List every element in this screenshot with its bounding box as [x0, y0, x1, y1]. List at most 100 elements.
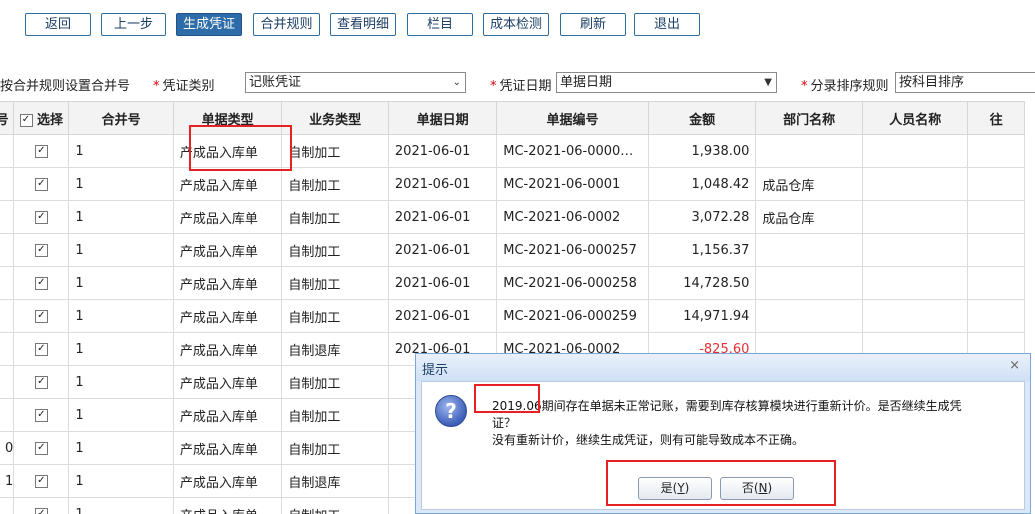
row-doc-date: 2021-06-01: [387, 266, 498, 300]
row-seq: [0, 266, 15, 300]
row-checkbox[interactable]: ✓: [34, 474, 48, 488]
row-seq: [0, 398, 15, 432]
col-date-header[interactable]: 单据日期: [387, 101, 498, 135]
row-checkbox[interactable]: ✓: [34, 243, 48, 257]
row-select-cell[interactable]: ✓: [13, 365, 70, 399]
row-extra: [967, 233, 1025, 267]
row-doc-no: MC-2021-06-000259: [496, 299, 649, 333]
col-docno-header[interactable]: 单据编号: [496, 101, 649, 135]
row-checkbox[interactable]: ✓: [34, 441, 48, 455]
row-merge-no: 1: [68, 200, 174, 234]
row-select-cell[interactable]: ✓: [13, 266, 70, 300]
col-biztype-header[interactable]: 业务类型: [281, 101, 389, 135]
row-seq: [0, 299, 15, 333]
yes-button[interactable]: 是(Y): [638, 477, 712, 500]
sort-rule-select[interactable]: 按科目排序: [895, 72, 1035, 93]
merge-rules-button[interactable]: 合并规则: [253, 13, 320, 36]
row-select-cell[interactable]: ✓: [13, 233, 70, 267]
row-checkbox[interactable]: ✓: [34, 375, 48, 389]
table-row[interactable]: ✓ 1 产成品入库单 自制加工 2021-06-01 MC-2021-06-000259 1…: [0, 299, 1025, 333]
generate-voucher-button[interactable]: 生成凭证: [176, 13, 242, 36]
table-row[interactable]: ✓ 1 产成品入库单 自制加工 2021-06-01 MC-2021-06-0002 3,0…: [0, 200, 1025, 234]
row-extra: [967, 266, 1025, 300]
row-amount: 1,938.00: [647, 134, 757, 168]
row-checkbox[interactable]: ✓: [34, 276, 48, 290]
row-merge-no: 1: [68, 398, 174, 432]
col-person-header[interactable]: 人员名称: [861, 101, 969, 135]
row-person: [861, 134, 969, 168]
col-dept-header[interactable]: 部门名称: [755, 101, 863, 135]
row-merge-no: 1: [68, 365, 174, 399]
row-merge-no: 1: [68, 167, 174, 201]
row-select-cell[interactable]: ✓: [13, 167, 70, 201]
row-person: [861, 233, 969, 267]
row-person: [861, 266, 969, 300]
cost-check-button[interactable]: 成本检测: [483, 13, 549, 36]
back-button[interactable]: 返回: [25, 13, 91, 36]
col-extra-header[interactable]: 往: [967, 101, 1025, 135]
row-biz-type: 自制加工: [281, 134, 389, 168]
row-dept: [755, 233, 863, 267]
row-biz-type: 自制加工: [281, 167, 389, 201]
row-biz-type: 自制加工: [281, 497, 389, 514]
voucher-date-select[interactable]: 单据日期 ▼: [556, 72, 777, 93]
row-doc-type: 产成品入库单: [172, 431, 283, 465]
row-select-cell[interactable]: ✓: [13, 200, 70, 234]
col-merge-header[interactable]: 合并号: [68, 101, 174, 135]
col-doctype-header[interactable]: 单据类型: [172, 101, 283, 135]
row-extra: [967, 134, 1025, 168]
table-row[interactable]: ✓ 1 产成品入库单 自制加工 2021-06-01 MC-2021-06-0000… 1,…: [0, 134, 1025, 168]
row-checkbox[interactable]: ✓: [34, 210, 48, 224]
row-person: [861, 299, 969, 333]
row-checkbox[interactable]: ✓: [34, 177, 48, 191]
select-all-checkbox[interactable]: ✓: [19, 113, 33, 127]
row-select-cell[interactable]: ✓: [13, 464, 70, 498]
no-button[interactable]: 否(N): [720, 477, 794, 500]
columns-button[interactable]: 栏目: [407, 13, 473, 36]
exit-button[interactable]: 退出: [634, 13, 700, 36]
row-biz-type: 自制加工: [281, 266, 389, 300]
voucher-type-label: * 凭证类别: [153, 79, 215, 94]
row-checkbox[interactable]: ✓: [34, 309, 48, 323]
filter-bar: 按合并规则设置合并号 * 凭证类别 记账凭证 ⌄ * 凭证日期 单据日期 ▼ * 分录…: [0, 70, 1035, 98]
row-seq: [0, 497, 15, 514]
row-doc-date: 2021-06-01: [387, 134, 498, 168]
col-amount-header[interactable]: 金额: [647, 101, 757, 135]
row-select-cell[interactable]: ✓: [13, 497, 70, 514]
row-biz-type: 自制加工: [281, 365, 389, 399]
col-select-header[interactable]: ✓ 选择: [13, 101, 70, 135]
row-extra: [967, 299, 1025, 333]
table-row[interactable]: ✓ 1 产成品入库单 自制加工 2021-06-01 MC-2021-06-000257 1…: [0, 233, 1025, 267]
row-select-cell[interactable]: ✓: [13, 431, 70, 465]
row-amount: 14,971.94: [647, 299, 757, 333]
toolbar: 返回 上一步 生成凭证 合并规则 查看明细 栏目 成本检测 刷新 退出: [0, 0, 1035, 50]
row-biz-type: 自制加工: [281, 299, 389, 333]
refresh-button[interactable]: 刷新: [560, 13, 626, 36]
row-person: [861, 167, 969, 201]
row-doc-type: 产成品入库单: [172, 167, 283, 201]
row-checkbox[interactable]: ✓: [34, 408, 48, 422]
row-select-cell[interactable]: ✓: [13, 134, 70, 168]
row-select-cell[interactable]: ✓: [13, 332, 70, 366]
row-biz-type: 自制加工: [281, 233, 389, 267]
row-doc-no: MC-2021-06-0000…: [496, 134, 649, 168]
row-seq: 1: [0, 464, 15, 498]
view-detail-button[interactable]: 查看明细: [330, 13, 396, 36]
close-icon[interactable]: ×: [1009, 358, 1020, 373]
prev-step-button[interactable]: 上一步: [101, 13, 166, 36]
row-select-cell[interactable]: ✓: [13, 398, 70, 432]
row-merge-no: 1: [68, 464, 174, 498]
row-doc-type: 产成品入库单: [172, 365, 283, 399]
row-select-cell[interactable]: ✓: [13, 299, 70, 333]
table-row[interactable]: ✓ 1 产成品入库单 自制加工 2021-06-01 MC-2021-06-0001 1,0…: [0, 167, 1025, 201]
row-checkbox[interactable]: ✓: [34, 144, 48, 158]
row-doc-type: 产成品入库单: [172, 497, 283, 514]
table-row[interactable]: ✓ 1 产成品入库单 自制加工 2021-06-01 MC-2021-06-000258 1…: [0, 266, 1025, 300]
row-doc-date: 2021-06-01: [387, 200, 498, 234]
row-merge-no: 1: [68, 233, 174, 267]
dropdown-arrow-icon: ▼: [764, 77, 772, 88]
row-checkbox[interactable]: ✓: [34, 342, 48, 356]
voucher-type-select[interactable]: 记账凭证 ⌄: [245, 72, 466, 93]
row-checkbox[interactable]: ✓: [34, 507, 48, 514]
row-merge-no: 1: [68, 332, 174, 366]
